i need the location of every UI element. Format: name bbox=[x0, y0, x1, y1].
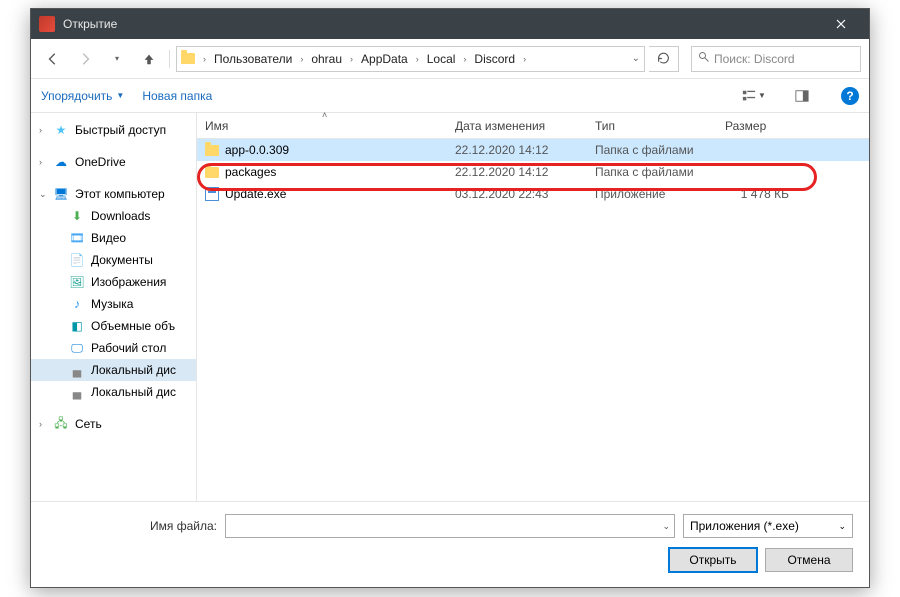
pc-icon: 🖥 bbox=[53, 186, 69, 202]
sidebar-downloads[interactable]: ⬇Downloads bbox=[31, 205, 196, 227]
download-icon: ⬇ bbox=[69, 208, 85, 224]
folder-icon bbox=[205, 145, 219, 156]
search-input[interactable]: Поиск: Discord bbox=[691, 46, 861, 72]
preview-pane-button[interactable] bbox=[787, 84, 817, 108]
sidebar-videos[interactable]: 🎞Видео bbox=[31, 227, 196, 249]
filename-input[interactable]: ⌄ bbox=[225, 514, 675, 538]
view-options-button[interactable]: ▼ bbox=[739, 84, 769, 108]
cloud-icon: ☁ bbox=[53, 154, 69, 170]
chevron-right-icon: › bbox=[519, 54, 530, 64]
nav-row: ▾ › Пользователи › ohrau › AppData › Loc… bbox=[31, 39, 869, 79]
file-row[interactable]: app-0.0.309 22.12.2020 14:12 Папка с фай… bbox=[197, 139, 869, 161]
main-area: ›★Быстрый доступ ›☁OneDrive ⌄🖥Этот компь… bbox=[31, 113, 869, 501]
sidebar-drive-d[interactable]: ▄Локальный дис bbox=[31, 381, 196, 403]
chevron-right-icon: › bbox=[459, 54, 470, 64]
star-icon: ★ bbox=[53, 122, 69, 138]
sidebar-3d-objects[interactable]: ◧Объемные объ bbox=[31, 315, 196, 337]
video-icon: 🎞 bbox=[69, 230, 85, 246]
file-row[interactable]: packages 22.12.2020 14:12 Папка с файлам… bbox=[197, 161, 869, 183]
chevron-right-icon: › bbox=[412, 54, 423, 64]
filename-label: Имя файла: bbox=[47, 519, 217, 533]
app-icon bbox=[39, 16, 55, 32]
up-button[interactable] bbox=[135, 45, 163, 73]
chevron-right-icon[interactable]: › bbox=[199, 54, 210, 64]
cube-icon: ◧ bbox=[69, 318, 85, 334]
sidebar-music[interactable]: ♪Музыка bbox=[31, 293, 196, 315]
sidebar-pictures[interactable]: 🖼Изображения bbox=[31, 271, 196, 293]
toolbar: Упорядочить▼ Новая папка ▼ ? bbox=[31, 79, 869, 113]
file-type-select[interactable]: Приложения (*.exe)⌄ bbox=[683, 514, 853, 538]
search-icon bbox=[698, 51, 710, 66]
file-row[interactable]: Update.exe 03.12.2020 22:43 Приложение 1… bbox=[197, 183, 869, 205]
drive-icon: ▄ bbox=[69, 362, 85, 378]
sidebar-documents[interactable]: 📄Документы bbox=[31, 249, 196, 271]
desktop-icon: 🖵 bbox=[69, 340, 85, 356]
back-button[interactable] bbox=[39, 45, 67, 73]
chevron-down-icon[interactable]: ⌄ bbox=[628, 53, 644, 64]
sidebar-onedrive[interactable]: ›☁OneDrive bbox=[31, 151, 196, 173]
chevron-right-icon: › bbox=[346, 54, 357, 64]
sort-indicator-icon: ˄ bbox=[322, 110, 327, 120]
folder-icon bbox=[205, 167, 219, 178]
drive-icon: ▄ bbox=[69, 384, 85, 400]
breadcrumb-seg[interactable]: Пользователи bbox=[210, 47, 296, 71]
open-button[interactable]: Открыть bbox=[669, 548, 757, 572]
music-icon: ♪ bbox=[69, 296, 85, 312]
col-size[interactable]: Размер bbox=[717, 113, 797, 138]
window-title: Открытие bbox=[63, 17, 821, 31]
image-icon: 🖼 bbox=[69, 274, 85, 290]
recent-dropdown[interactable]: ▾ bbox=[103, 45, 131, 73]
sidebar-desktop[interactable]: 🖵Рабочий стол bbox=[31, 337, 196, 359]
breadcrumb: › Пользователи › ohrau › AppData › Local… bbox=[199, 47, 530, 71]
cancel-button[interactable]: Отмена bbox=[765, 548, 853, 572]
chevron-down-icon[interactable]: ⌄ bbox=[662, 521, 670, 532]
sidebar-network[interactable]: ›🖧Сеть bbox=[31, 413, 196, 435]
sidebar-quick-access[interactable]: ›★Быстрый доступ bbox=[31, 119, 196, 141]
col-type[interactable]: Тип bbox=[587, 113, 717, 138]
breadcrumb-seg[interactable]: ohrau bbox=[307, 47, 346, 71]
column-headers: ˄ Имя Дата изменения Тип Размер bbox=[197, 113, 869, 139]
col-date[interactable]: Дата изменения bbox=[447, 113, 587, 138]
footer: Имя файла: ⌄ Приложения (*.exe)⌄ Открыть… bbox=[31, 501, 869, 586]
sidebar-this-pc[interactable]: ⌄🖥Этот компьютер bbox=[31, 183, 196, 205]
close-button[interactable] bbox=[821, 9, 861, 39]
breadcrumb-seg[interactable]: AppData bbox=[357, 47, 412, 71]
sidebar: ›★Быстрый доступ ›☁OneDrive ⌄🖥Этот компь… bbox=[31, 113, 197, 501]
folder-icon bbox=[181, 53, 195, 64]
breadcrumb-seg[interactable]: Local bbox=[423, 47, 460, 71]
forward-button[interactable] bbox=[71, 45, 99, 73]
address-bar[interactable]: › Пользователи › ohrau › AppData › Local… bbox=[176, 46, 645, 72]
refresh-button[interactable] bbox=[649, 46, 679, 72]
titlebar: Открытие bbox=[31, 9, 869, 39]
help-button[interactable]: ? bbox=[841, 87, 859, 105]
chevron-right-icon: › bbox=[296, 54, 307, 64]
sidebar-drive-c[interactable]: ▄Локальный дис bbox=[31, 359, 196, 381]
new-folder-button[interactable]: Новая папка bbox=[142, 89, 212, 103]
exe-icon bbox=[205, 187, 219, 201]
organize-button[interactable]: Упорядочить▼ bbox=[41, 89, 124, 103]
network-icon: 🖧 bbox=[53, 416, 69, 432]
search-placeholder: Поиск: Discord bbox=[714, 52, 795, 66]
document-icon: 📄 bbox=[69, 252, 85, 268]
file-list: ˄ Имя Дата изменения Тип Размер app-0.0.… bbox=[197, 113, 869, 501]
file-open-dialog: Открытие ▾ › Пользователи › ohrau › AppD… bbox=[30, 8, 870, 588]
breadcrumb-seg[interactable]: Discord bbox=[470, 47, 519, 71]
